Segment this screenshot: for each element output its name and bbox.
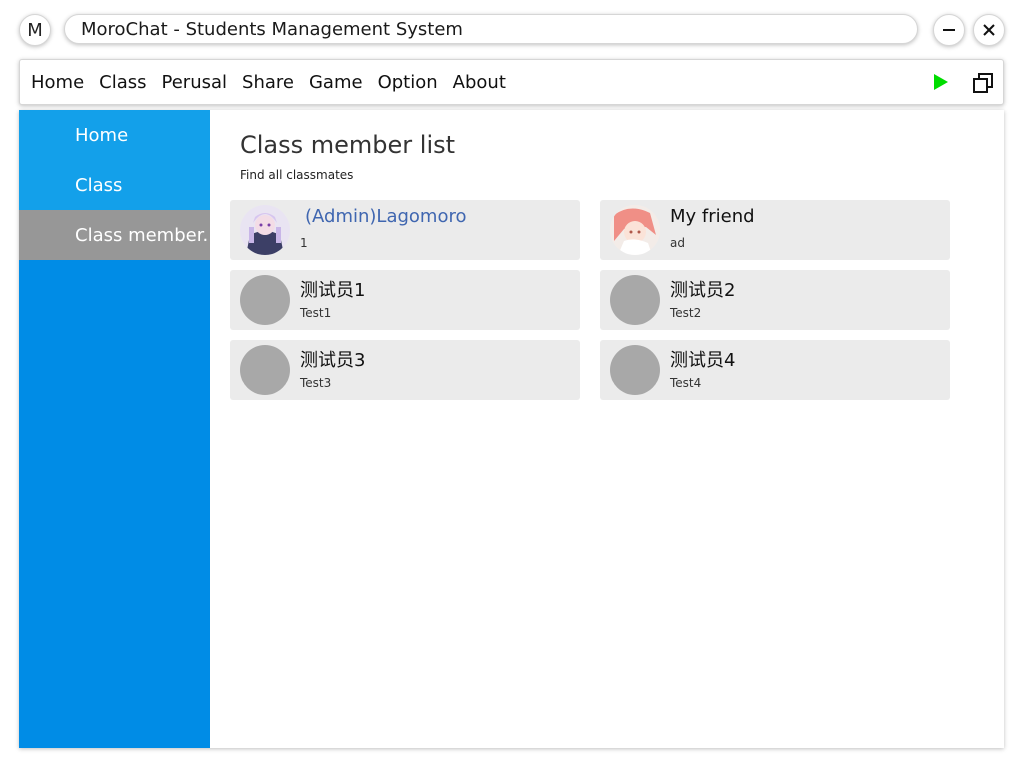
member-name: (Admin)Lagomoro [305,206,467,227]
page-subtitle: Find all classmates [240,168,354,182]
member-id: ad [670,236,685,250]
play-icon[interactable] [933,73,949,91]
member-name: 测试员1 [300,280,366,301]
member-card-admin[interactable]: (Admin)Lagomoro 1 [230,200,580,260]
window-title: MoroChat - Students Management System [81,18,463,40]
member-id: Test1 [300,306,332,320]
member-card-test1[interactable]: 测试员1 Test1 [230,270,580,330]
avatar-admin [240,205,290,255]
menu-items: Home Class Perusal Share Game Option Abo… [23,72,513,93]
member-card-test4[interactable]: 测试员4 Test4 [600,340,950,400]
main-panel: Home Class Class member... Class member … [19,110,1004,748]
avatar-admin-image [240,205,290,255]
title-bar[interactable]: MoroChat - Students Management System [64,14,918,44]
menu-item-class[interactable]: Class [91,72,153,93]
member-card-test3[interactable]: 测试员3 Test3 [230,340,580,400]
sidebar-item-class-member[interactable]: Class member... [19,210,210,260]
avatar-friend [610,205,660,255]
menu-item-option[interactable]: Option [370,72,445,93]
member-name: 测试员2 [670,280,736,301]
menu-item-about[interactable]: About [445,72,513,93]
app-logo-button[interactable]: M [19,14,51,46]
minimize-icon [943,29,955,31]
menu-item-game[interactable]: Game [301,72,370,93]
avatar-placeholder [610,345,660,395]
page-title: Class member list [240,131,456,159]
member-id: Test3 [300,376,332,390]
avatar-placeholder [240,275,290,325]
close-button[interactable] [973,14,1005,46]
member-name: 测试员4 [670,350,736,371]
member-name: My friend [670,206,755,227]
content-area: Class member list Find all classmates (A… [210,110,1004,748]
menu-item-share[interactable]: Share [234,72,301,93]
avatar-placeholder [610,275,660,325]
close-icon [983,24,995,36]
member-card-friend[interactable]: My friend ad [600,200,950,260]
minimize-button[interactable] [933,14,965,46]
menu-item-perusal[interactable]: Perusal [154,72,235,93]
menu-item-home[interactable]: Home [23,72,91,93]
avatar-friend-image [610,205,660,255]
sidebar-item-class[interactable]: Class [19,160,210,210]
sidebar: Home Class Class member... [19,110,210,748]
sidebar-item-home[interactable]: Home [19,110,210,160]
app-logo-letter: M [27,19,43,41]
member-name: 测试员3 [300,350,366,371]
member-card-test2[interactable]: 测试员2 Test2 [600,270,950,330]
member-id: Test4 [670,376,702,390]
menu-bar: Home Class Perusal Share Game Option Abo… [19,59,1004,105]
avatar-placeholder [240,345,290,395]
member-id: 1 [300,236,308,250]
restore-window-icon[interactable] [972,72,994,94]
member-id: Test2 [670,306,702,320]
